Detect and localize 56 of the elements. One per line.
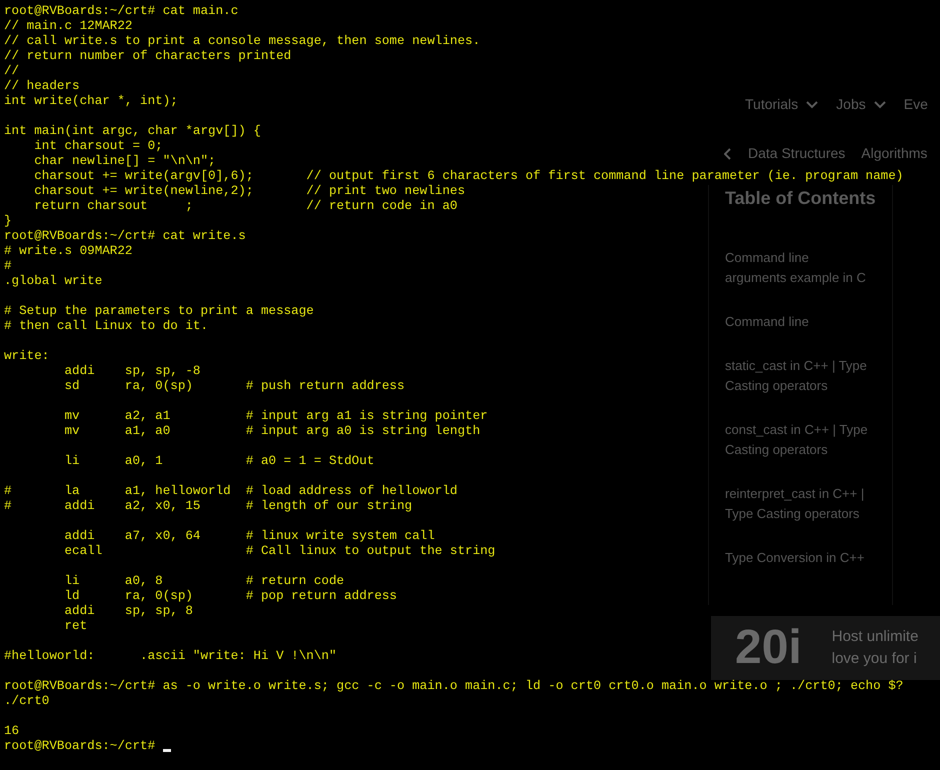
terminal-line: mv a1, a0 # input arg a0 is string length: [63, 424, 480, 439]
terminal-line: root@RVBoards:~/crt#: [4, 739, 156, 754]
breadcrumb-link[interactable]: Algorithms: [861, 143, 928, 164]
nav-link[interactable]: Jobs: [836, 94, 886, 115]
terminal-line: return charsout ; // return code in a0: [33, 199, 458, 214]
toc-link[interactable]: Command line arguments example in C: [725, 248, 892, 288]
terminal-line: addi sp, sp, 8: [63, 604, 193, 619]
terminal-line: int charsout = 0;: [33, 139, 163, 154]
terminal-line: }: [4, 214, 12, 229]
terminal-line: // main.c 12MAR22: [4, 19, 132, 34]
terminal-line: ecall # Call linux to output the string: [63, 544, 496, 559]
terminal-line: charsout += write(argv[0],6); // output first 6 characters of first command line parameter (ie. program name): [33, 169, 904, 184]
terminal-line: int main(int argc, char *argv[]) {: [4, 124, 261, 139]
terminal-line: ./crt0: [4, 694, 50, 709]
nav-link[interactable]: Tutorials: [745, 94, 818, 115]
toc-link[interactable]: static_cast in C++ | Type Casting operators: [725, 356, 892, 396]
terminal-line: # la a1, helloworld # load address of helloworld: [4, 484, 458, 499]
terminal-line: ld ra, 0(sp) # pop return address: [63, 589, 397, 604]
terminal-line: root@RVBoards:~/crt# as -o write.o write.s; gcc -c -o main.o main.c; ld -o crt0 crt0.o main.o write.o ; ./crt0; echo $?: [4, 679, 904, 694]
terminal-line: // call write.s to print a console message, then some newlines.: [4, 34, 480, 49]
terminal-line: // return number of characters printed: [4, 49, 292, 64]
terminal-line: //: [4, 64, 20, 79]
terminal-line: li a0, 8 # return code: [63, 574, 344, 589]
terminal-line: mv a2, a1 # input arg a1 is string pointer: [63, 409, 488, 424]
terminal-line: 16: [4, 724, 20, 739]
terminal-line: # write.s 09MAR22: [4, 244, 132, 259]
toc-link[interactable]: Type Conversion in C++: [725, 548, 892, 568]
terminal-line: root@RVBoards:~/crt# cat write.s: [4, 229, 246, 244]
terminal-line: addi sp, sp, -8: [63, 364, 200, 379]
toc-title: Table of Contents: [725, 187, 877, 210]
terminal-line: li a0, 1 # a0 = 1 = StdOut: [63, 454, 374, 469]
terminal-line: #: [4, 259, 12, 274]
toc-link[interactable]: Command line: [725, 312, 892, 332]
nav-link[interactable]: Eve: [904, 94, 928, 115]
chevron-down-icon: [806, 100, 818, 108]
terminal-line: int write(char *, int);: [4, 94, 178, 109]
terminal-line: root@RVBoards:~/crt# cat main.c: [4, 4, 238, 19]
ad-text: Host unlimite love you for i: [832, 627, 918, 669]
terminal-line: # Setup the parameters to print a message: [4, 304, 314, 319]
toc-link[interactable]: reinterpret_cast in C++ | Type Casting operators: [725, 484, 892, 524]
terminal-line: # then call Linux to do it.: [4, 319, 208, 334]
chevron-left-icon: [724, 148, 732, 160]
chevron-down-icon: [874, 100, 886, 108]
terminal-line: ret: [63, 619, 88, 634]
toc-link[interactable]: const_cast in C++ | Type Casting operators: [725, 420, 892, 460]
terminal-line: char newline[] = "\n\n";: [33, 154, 216, 169]
ad-logo: 20i: [735, 624, 802, 672]
terminal-line: // headers: [4, 79, 80, 94]
breadcrumb-link[interactable]: Data Structures: [748, 143, 846, 164]
terminal-line: sd ra, 0(sp) # push return address: [63, 379, 405, 394]
terminal-line: # addi a2, x0, 15 # length of our string: [4, 499, 412, 514]
terminal-line: addi a7, x0, 64 # linux write system call: [63, 529, 435, 544]
terminal-line: charsout += write(newline,2); // print two newlines: [33, 184, 466, 199]
terminal-line: write:: [4, 349, 50, 364]
terminal-line: #helloworld: .ascii "write: Hi V !\n\n": [4, 649, 337, 664]
terminal-line: .global write: [4, 274, 102, 289]
